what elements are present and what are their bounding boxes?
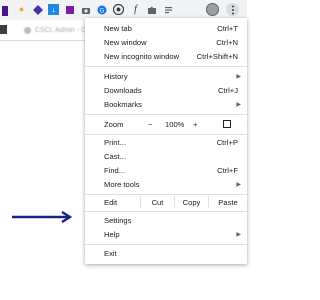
extension-icon[interactable] bbox=[64, 4, 75, 15]
menu-item-find[interactable]: Find... Ctrl+F bbox=[85, 163, 247, 177]
menu-zoom-row: Zoom − 100% + bbox=[85, 117, 247, 131]
function-icon[interactable]: f bbox=[130, 4, 141, 15]
submenu-arrow-icon: ▶ bbox=[236, 101, 241, 108]
menu-item-label: Exit bbox=[104, 248, 117, 258]
menu-item-new-incognito[interactable]: New incognito window Ctrl+Shift+N bbox=[85, 49, 247, 63]
menu-item-cast[interactable]: Cast... bbox=[85, 149, 247, 163]
menu-item-label: Print... bbox=[104, 137, 126, 147]
menu-item-label: Find... bbox=[104, 165, 126, 175]
chrome-main-menu: New tab Ctrl+T New window Ctrl+N New inc… bbox=[85, 18, 247, 264]
brand-icon[interactable] bbox=[32, 4, 43, 15]
menu-item-label: New window bbox=[104, 37, 147, 47]
menu-item-shortcut: Ctrl+Shift+N bbox=[196, 51, 238, 61]
bookmark-folder-icon[interactable] bbox=[0, 25, 7, 34]
menu-item-shortcut: Ctrl+N bbox=[216, 37, 238, 47]
bookmark-item[interactable]: CSCL Admin - Cle bbox=[24, 24, 92, 36]
menu-item-help[interactable]: Help ▶ bbox=[85, 227, 247, 241]
bookmark-item-label: CSCL Admin - Cle bbox=[35, 26, 92, 34]
menu-item-label: New tab bbox=[104, 23, 132, 33]
menu-item-history[interactable]: History ▶ bbox=[85, 69, 247, 83]
menu-item-label: History bbox=[104, 71, 128, 81]
kebab-menu-icon[interactable] bbox=[226, 3, 239, 16]
submenu-arrow-icon: ▶ bbox=[236, 73, 241, 80]
copy-button[interactable]: Copy bbox=[175, 195, 208, 209]
annotation-arrow-icon bbox=[12, 211, 73, 223]
zoom-level: 100% bbox=[165, 119, 185, 129]
browser-toolbar: ● ↓ G f bbox=[0, 0, 247, 20]
menu-item-shortcut: Ctrl+J bbox=[217, 85, 238, 95]
download-icon[interactable]: ↓ bbox=[48, 4, 59, 15]
camera-icon[interactable] bbox=[80, 4, 91, 15]
menu-item-bookmarks[interactable]: Bookmarks ▶ bbox=[85, 97, 247, 111]
menu-item-label: Zoom bbox=[104, 119, 124, 129]
menu-item-print[interactable]: Print... Ctrl+P bbox=[85, 135, 247, 149]
menu-item-label: New incognito window bbox=[104, 51, 180, 61]
extension-badge-icon[interactable] bbox=[2, 6, 8, 16]
paste-button[interactable]: Paste bbox=[209, 195, 247, 209]
translate-icon[interactable]: G bbox=[96, 4, 107, 15]
menu-item-label: Help bbox=[104, 229, 120, 239]
menu-item-label: Bookmarks bbox=[104, 99, 142, 109]
menu-divider bbox=[85, 244, 247, 245]
submenu-arrow-icon: ▶ bbox=[236, 231, 241, 238]
fullscreen-icon[interactable] bbox=[223, 120, 231, 128]
menu-item-shortcut: Ctrl+F bbox=[217, 165, 238, 175]
svg-text:G: G bbox=[99, 8, 104, 14]
menu-item-label: Downloads bbox=[104, 85, 142, 95]
menu-item-new-window[interactable]: New window Ctrl+N bbox=[85, 35, 247, 49]
menu-divider bbox=[85, 114, 247, 115]
menu-item-settings[interactable]: Settings bbox=[85, 213, 247, 227]
menu-item-more-tools[interactable]: More tools ▶ bbox=[85, 177, 247, 191]
zoom-out-button[interactable]: − bbox=[148, 120, 152, 129]
menu-divider bbox=[85, 211, 247, 212]
chrome-icon[interactable] bbox=[113, 4, 124, 15]
honey-icon[interactable]: ● bbox=[16, 4, 27, 15]
menu-item-exit[interactable]: Exit bbox=[85, 246, 247, 260]
menu-edit-row: Edit Cut Copy Paste bbox=[85, 195, 247, 209]
menu-item-label: More tools bbox=[104, 179, 140, 189]
menu-item-label: Settings bbox=[104, 215, 132, 225]
menu-item-new-tab[interactable]: New tab Ctrl+T bbox=[85, 21, 247, 35]
menu-item-shortcut: Ctrl+P bbox=[216, 137, 238, 147]
menu-item-label: Edit bbox=[104, 197, 118, 207]
cut-button[interactable]: Cut bbox=[141, 195, 174, 209]
menu-item-label: Cast... bbox=[104, 151, 126, 161]
page-content bbox=[0, 41, 85, 300]
menu-item-shortcut: Ctrl+T bbox=[217, 23, 238, 33]
bookmark-favicon-icon bbox=[24, 26, 31, 34]
menu-item-downloads[interactable]: Downloads Ctrl+J bbox=[85, 83, 247, 97]
menu-divider bbox=[85, 66, 247, 67]
profile-avatar-icon[interactable] bbox=[206, 3, 219, 16]
submenu-arrow-icon: ▶ bbox=[236, 181, 241, 188]
zoom-in-button[interactable]: + bbox=[193, 120, 197, 129]
reading-list-icon[interactable] bbox=[163, 4, 174, 15]
puzzle-icon[interactable] bbox=[146, 4, 157, 15]
